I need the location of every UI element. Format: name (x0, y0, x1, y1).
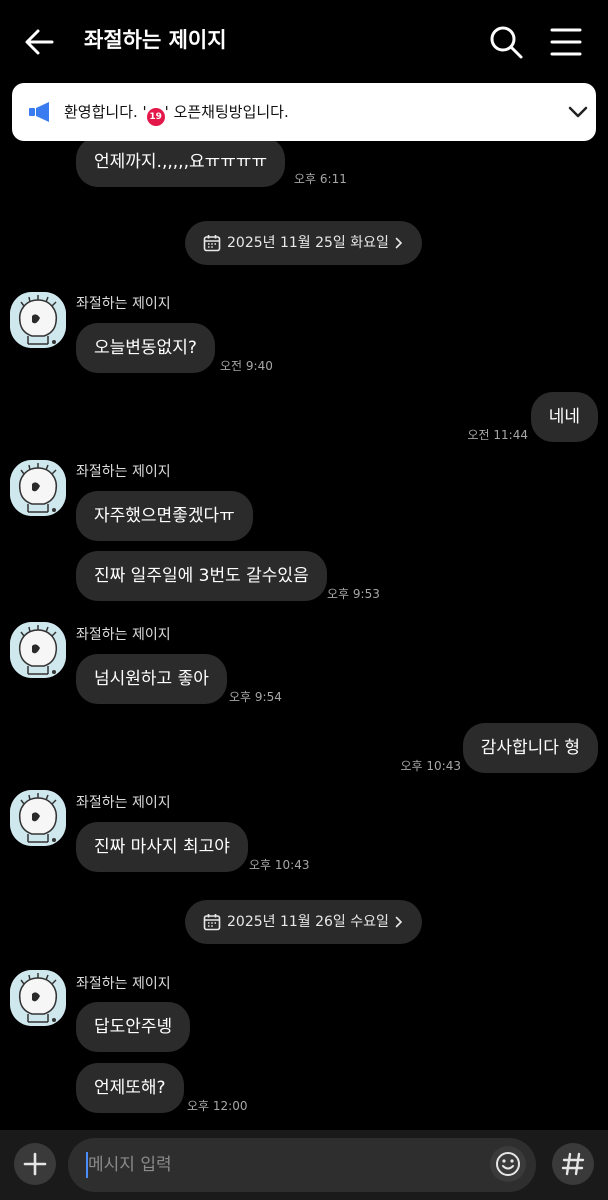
avatar[interactable] (10, 622, 66, 678)
avatar-character-image (10, 460, 66, 516)
message-time: 오후 9:53 (327, 587, 380, 601)
date-label: 2025년 11월 25일 화요일 (227, 235, 389, 251)
message-bubble[interactable]: 넘시원하고 좋아 (76, 654, 227, 704)
hashtag-button[interactable] (552, 1143, 594, 1185)
message-bubble[interactable]: 답도안주녱 (76, 1002, 191, 1052)
chevron-right-icon (395, 916, 403, 928)
avatar[interactable] (10, 292, 66, 348)
avatar[interactable] (10, 970, 66, 1026)
avatar-character-image (10, 970, 66, 1026)
megaphone-icon (29, 102, 49, 122)
avatar[interactable] (10, 460, 66, 516)
date-divider[interactable]: 2025년 11월 26일 수요일 (185, 900, 422, 944)
message-time: 오전 11:44 (467, 428, 528, 442)
calendar-icon (203, 914, 221, 931)
avatar-character-image (10, 622, 66, 678)
message-time: 오후 6:11 (294, 172, 347, 186)
message-bubble[interactable]: 언제또해? (76, 1063, 184, 1113)
chevron-right-icon (395, 237, 403, 249)
chat-title: 좌절하는 제이지 (84, 28, 227, 52)
notice-text: 환영합니다. ' 19 ' 오픈채팅방입니다. (64, 100, 289, 126)
back-button[interactable] (20, 22, 62, 62)
my-message-bubble[interactable]: 감사합니다 형 (462, 723, 598, 773)
date-divider[interactable]: 2025년 11월 25일 화요일 (185, 221, 422, 265)
notice-banner[interactable]: 환영합니다. ' 19 ' 오픈채팅방입니다. (12, 83, 596, 141)
avatar-character-image (10, 790, 66, 846)
sender-name: 좌절하는 제이지 (76, 464, 171, 480)
message-bubble[interactable]: 언제까지.,,,,,요ㅠㅠㅠㅠ (76, 137, 286, 187)
message-time: 오후 10:43 (400, 759, 461, 773)
sender-name: 좌절하는 제이지 (76, 795, 171, 811)
menu-button[interactable] (546, 22, 586, 62)
message-input-placeholder: 메시지 입력 (88, 1155, 172, 1175)
message-time: 오전 9:40 (220, 359, 273, 373)
arrow-left-icon (25, 29, 54, 55)
message-bubble[interactable]: 진짜 마사지 최고야 (76, 822, 248, 872)
message-bubble[interactable]: 오늘변동없지? (76, 323, 215, 373)
search-icon (490, 26, 523, 59)
sender-name: 좌절하는 제이지 (76, 627, 171, 643)
message-time: 오후 9:54 (229, 690, 282, 704)
my-message-bubble[interactable]: 네네 (530, 392, 598, 442)
message-bubble[interactable]: 진짜 일주일에 3번도 갈수있음 (76, 551, 327, 601)
attach-button[interactable] (14, 1143, 56, 1185)
hamburger-menu-icon (550, 28, 582, 56)
message-bubble[interactable]: 자주했으면좋겠다ㅠ (76, 491, 253, 541)
chevron-down-icon (568, 106, 588, 118)
avatar[interactable] (10, 790, 66, 846)
age-19-badge: 19 (146, 108, 165, 126)
avatar-character-image (10, 292, 66, 348)
search-button[interactable] (486, 22, 526, 62)
message-time: 오후 10:43 (249, 858, 310, 872)
notice-expand-button[interactable] (566, 101, 590, 123)
plus-icon (23, 1152, 47, 1176)
date-label: 2025년 11월 26일 수요일 (227, 914, 389, 930)
sender-name: 좌절하는 제이지 (76, 976, 171, 992)
hashtag-icon (561, 1152, 585, 1176)
notice-megaphone (28, 101, 52, 123)
sender-name: 좌절하는 제이지 (76, 296, 171, 312)
calendar-icon (203, 235, 221, 252)
message-time: 오후 12:00 (187, 1099, 248, 1113)
emoji-icon (496, 1152, 520, 1176)
emoji-button[interactable] (490, 1146, 526, 1182)
